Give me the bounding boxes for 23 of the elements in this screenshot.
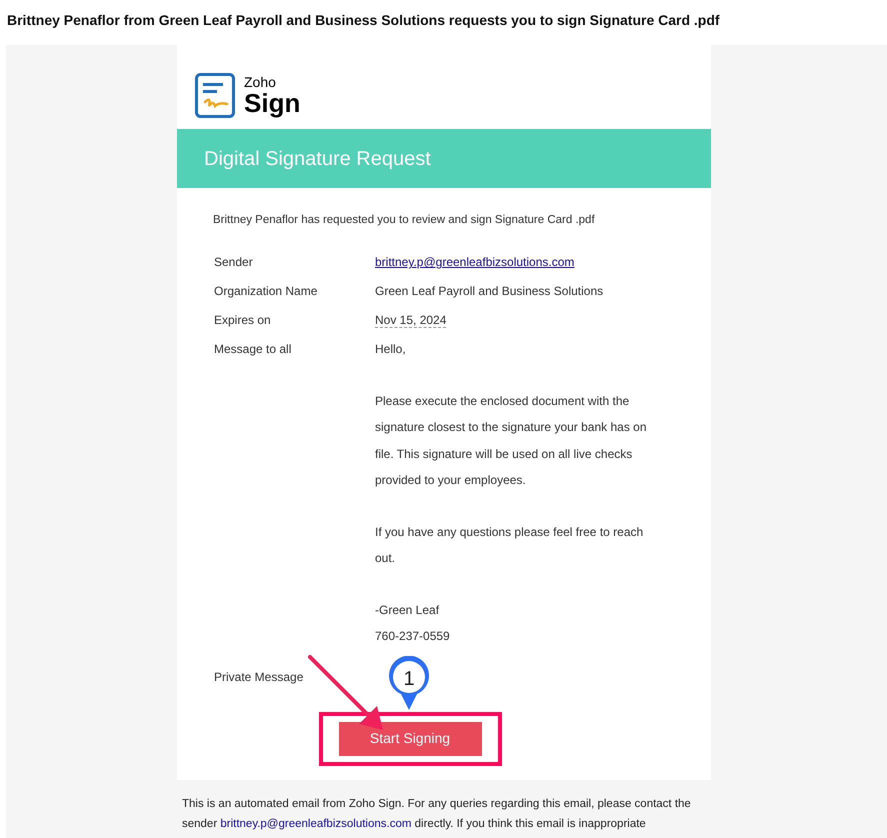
field-label: Message to all	[214, 341, 292, 358]
banner-title: Digital Signature Request	[204, 146, 431, 172]
field-label: Expires on	[214, 312, 272, 330]
sender-email-link[interactable]: brittney.p@greenleafbizsolutions.com	[375, 255, 574, 270]
logo-text: Sign	[244, 90, 300, 116]
document-signature-icon	[195, 73, 235, 118]
intro-text: Brittney Penaflor has requested you to review and sign Signature Card .pdf	[213, 213, 596, 228]
start-signing-button[interactable]: Start Signing	[338, 722, 482, 756]
email-subject: Brittney Penaflor from Green Leaf Payroll and Business Solutions requests you to sign Signature Card .pdf	[6, 11, 721, 30]
sender-email-link[interactable]: brittney.p@greenleafbizsolutions.com	[220, 818, 412, 830]
field-label: Private Message	[214, 668, 304, 686]
logo-text: Zoho	[244, 75, 277, 89]
expiry-date: Nov 15, 2024	[375, 313, 446, 328]
footer-note: This is an automated email from Zoho Sign. For any queries regarding this email, please contact the sender brittney.p@greenleafbizsolutions.com directly. If you think this email is inappropriate	[182, 796, 692, 832]
field-value: Green Leaf Payroll and Business Solutions	[375, 284, 604, 298]
message-text: Please execute the enclosed document with the signature closest to the signature your bank has on file. This signature will be used on all live checks provided to your employees.	[375, 392, 648, 490]
message-text: -Green Leaf	[375, 602, 440, 619]
message-text: 760-237-0559	[375, 628, 451, 646]
message-text: Hello,	[375, 341, 407, 358]
step-marker: 1	[387, 656, 431, 712]
message-text: If you have any questions please feel free to reach out.	[375, 524, 644, 568]
field-label: Organization Name	[214, 283, 318, 300]
field-label: Sender	[214, 254, 254, 272]
